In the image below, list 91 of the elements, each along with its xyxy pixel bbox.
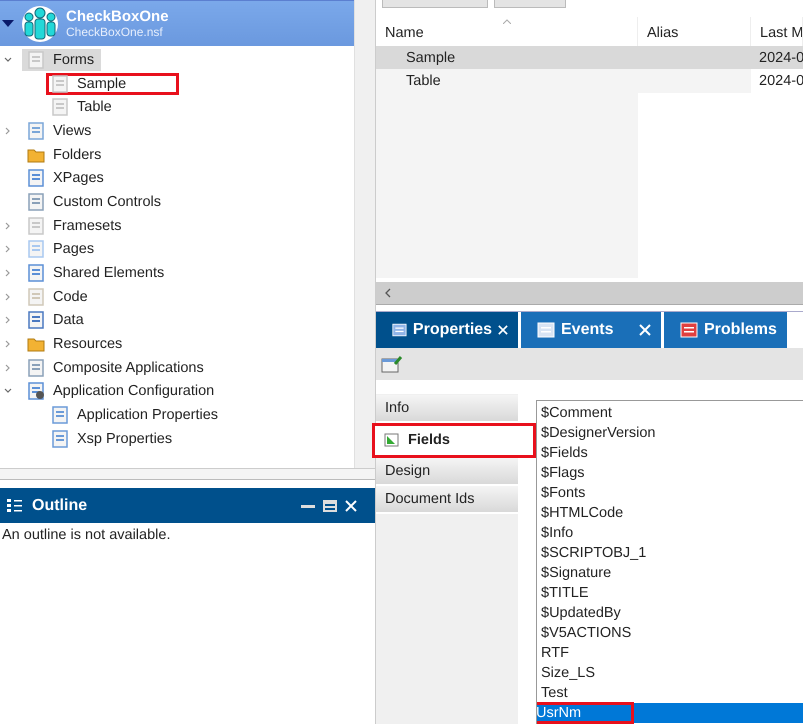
chevron-down-icon[interactable] — [4, 387, 12, 396]
document-icon — [51, 406, 69, 424]
tree-item[interactable]: Composite Applications — [22, 356, 211, 379]
chevron-right-icon[interactable] — [4, 126, 12, 135]
tree-item[interactable]: Pages — [22, 238, 102, 260]
close-icon[interactable] — [345, 500, 357, 512]
document-icon — [27, 216, 45, 235]
chevron-right-icon[interactable] — [4, 269, 12, 278]
document-icon — [27, 288, 45, 306]
panel-title: Outline — [32, 496, 88, 514]
form-icon — [384, 433, 400, 448]
list-item[interactable]: $Fonts — [537, 482, 803, 503]
document-icon — [27, 264, 45, 282]
tree-item[interactable]: Sample — [46, 72, 180, 95]
side-tab[interactable]: Info — [376, 394, 518, 423]
list-item[interactable]: $Comment — [537, 402, 803, 423]
gear-document-icon — [27, 382, 45, 400]
list-item[interactable]: Size_LS — [537, 662, 803, 683]
document-icon — [27, 192, 45, 211]
tree-item[interactable]: XPages — [22, 167, 111, 190]
outline-icon — [6, 498, 24, 514]
tree-item[interactable]: Views — [22, 120, 98, 142]
tree-item[interactable]: Resources — [22, 333, 130, 356]
app-title: CheckBoxOne — [66, 8, 169, 25]
tree-item[interactable]: Xsp Properties — [46, 428, 180, 450]
tree-item[interactable]: Framesets — [22, 214, 128, 237]
list-item[interactable]: $Flags — [537, 462, 803, 483]
list-item[interactable]: $SCRIPTOBJ_1 — [537, 542, 803, 563]
list-item[interactable]: Test — [537, 682, 803, 703]
warning-board-icon — [680, 322, 698, 338]
tree-item[interactable]: Custom Controls — [22, 190, 168, 213]
people-icon — [20, 4, 60, 42]
sort-icon — [503, 18, 511, 24]
tree-item[interactable]: Forms — [22, 48, 102, 71]
document-icon — [27, 358, 45, 377]
list-item[interactable]: UsrNm — [537, 702, 803, 723]
document-icon — [51, 98, 69, 116]
list-item[interactable]: $Signature — [537, 562, 803, 583]
caret-icon[interactable] — [2, 20, 14, 28]
tree-item[interactable]: Shared Elements — [22, 262, 172, 284]
list-icon — [392, 322, 407, 338]
chevron-down-icon[interactable] — [4, 56, 12, 64]
list-item[interactable]: RTF — [537, 642, 803, 663]
tree-item[interactable]: Folders — [22, 144, 108, 166]
table-cell: Table — [406, 73, 441, 90]
document-icon — [27, 169, 45, 188]
document-icon — [27, 122, 45, 140]
side-tab[interactable]: Fields — [372, 422, 536, 458]
chevron-right-icon[interactable] — [4, 292, 12, 301]
table-cell: Sample — [406, 50, 456, 66]
toolbar-button[interactable] — [494, 0, 566, 8]
close-icon[interactable] — [498, 324, 508, 336]
chevron-left-icon[interactable] — [384, 288, 392, 298]
list-item[interactable]: $DesignerVersion — [537, 422, 803, 443]
document-icon — [51, 430, 69, 448]
list-item[interactable]: $Fields — [537, 442, 803, 463]
side-tab[interactable]: Design — [376, 458, 518, 486]
list-item[interactable]: $V5ACTIONS — [537, 622, 803, 643]
list-icon — [537, 322, 555, 338]
maximize-icon[interactable] — [323, 500, 337, 512]
document-icon — [27, 311, 45, 330]
chevron-right-icon[interactable] — [4, 340, 12, 348]
tab[interactable]: Problems — [664, 312, 787, 348]
app-filename: CheckBoxOne.nsf — [66, 25, 164, 39]
chevron-right-icon[interactable] — [4, 364, 12, 372]
chevron-right-icon[interactable] — [4, 222, 12, 230]
tree-item[interactable]: Table — [46, 96, 119, 118]
chevron-right-icon[interactable] — [4, 316, 12, 324]
empty-message: An outline is not available. — [1, 526, 172, 543]
scrollbar[interactable] — [0, 468, 375, 480]
list-item[interactable]: $Info — [537, 522, 803, 543]
document-icon — [51, 74, 69, 93]
tab[interactable]: Properties — [376, 312, 518, 348]
pin-window-icon[interactable] — [381, 355, 403, 374]
list-item[interactable]: $HTMLCode — [537, 502, 803, 523]
close-icon[interactable] — [639, 324, 651, 336]
tree-item[interactable]: Data — [22, 309, 91, 332]
toolbar-button[interactable] — [382, 0, 488, 8]
document-icon — [27, 50, 45, 69]
list-item[interactable]: $UpdatedBy — [537, 602, 803, 623]
tab[interactable]: Events — [521, 312, 661, 348]
tree-item[interactable]: Application Configuration — [22, 380, 222, 402]
document-icon — [27, 240, 45, 258]
tree-item[interactable]: Application Properties — [46, 404, 226, 426]
chevron-right-icon[interactable] — [4, 245, 12, 254]
field-list[interactable]: $Comment $DesignerVersion $Fields $Flags $Fonts $HTMLCode $Info $SCRIPTOBJ_1 $Signature $TITLE $UpdatedBy $V5ACTIONS RTF Size_LS Test UsrNm — [536, 400, 803, 724]
scrollbar[interactable] — [376, 282, 803, 305]
tree-item[interactable]: Code — [22, 286, 95, 308]
side-tab[interactable]: Document Ids — [376, 486, 518, 514]
minimize-icon[interactable] — [301, 502, 315, 508]
list-item[interactable]: $TITLE — [537, 582, 803, 603]
